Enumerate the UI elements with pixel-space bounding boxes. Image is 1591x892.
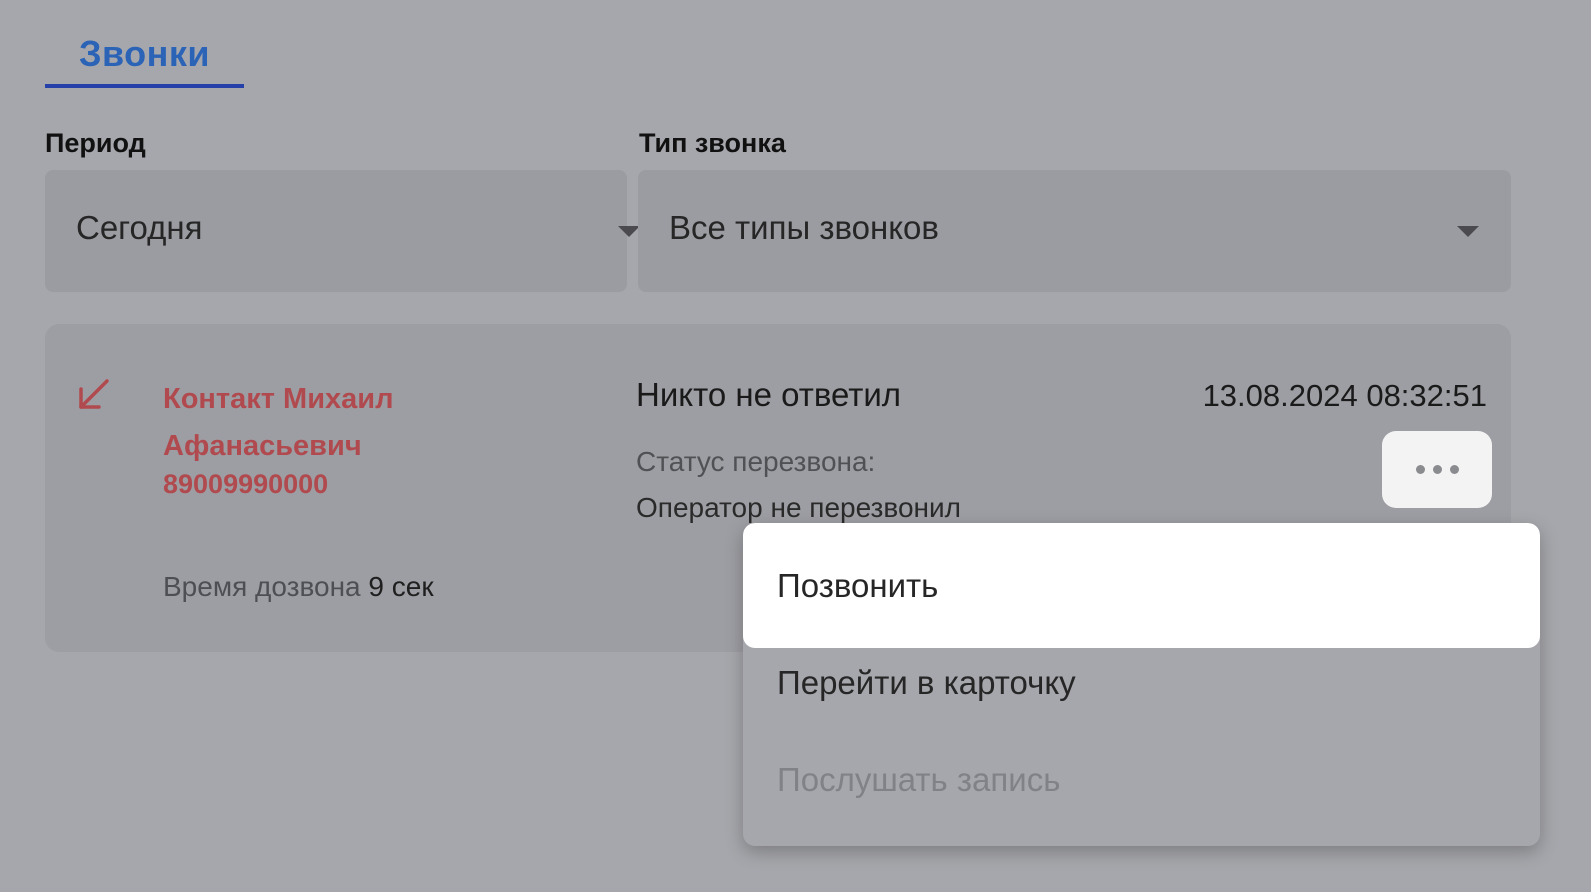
call-type-select[interactable]: Все типы звонков xyxy=(638,170,1511,292)
ring-time-value: 9 сек xyxy=(368,571,434,602)
callback-status-value: Оператор не перезвонил xyxy=(636,492,961,523)
call-datetime: 13.08.2024 08:32:51 xyxy=(1202,378,1487,413)
chevron-down-icon xyxy=(1457,226,1479,237)
period-select[interactable]: Сегодня xyxy=(45,170,640,292)
call-type-label: Тип звонка xyxy=(639,128,786,158)
more-horizontal-icon xyxy=(1415,465,1459,474)
menu-item-listen-recording: Послушать запись xyxy=(777,761,1061,798)
call-result: Никто не ответил xyxy=(636,376,902,413)
incoming-arrow-icon xyxy=(79,379,109,409)
period-select-value: Сегодня xyxy=(76,209,203,246)
contact-phone-link[interactable]: 89009990000 xyxy=(163,469,328,500)
ring-time-label: Время дозвона xyxy=(163,571,361,602)
context-menu: Позвонить Перейти в карточку Послушать з… xyxy=(743,523,1540,846)
more-actions-button[interactable] xyxy=(1382,431,1492,508)
ring-time: Время дозвона 9 сек xyxy=(163,571,434,603)
contact-name-link[interactable]: Контакт Михаил Афанасьевич xyxy=(163,376,543,470)
call-type-select-value: Все типы звонков xyxy=(669,209,939,246)
tab-calls[interactable]: Звонки xyxy=(45,20,244,88)
chevron-down-icon xyxy=(618,226,640,237)
tab-calls-label: Звонки xyxy=(78,33,211,74)
callback-status-label: Статус перезвона: xyxy=(636,446,876,477)
period-label: Период xyxy=(45,128,146,158)
